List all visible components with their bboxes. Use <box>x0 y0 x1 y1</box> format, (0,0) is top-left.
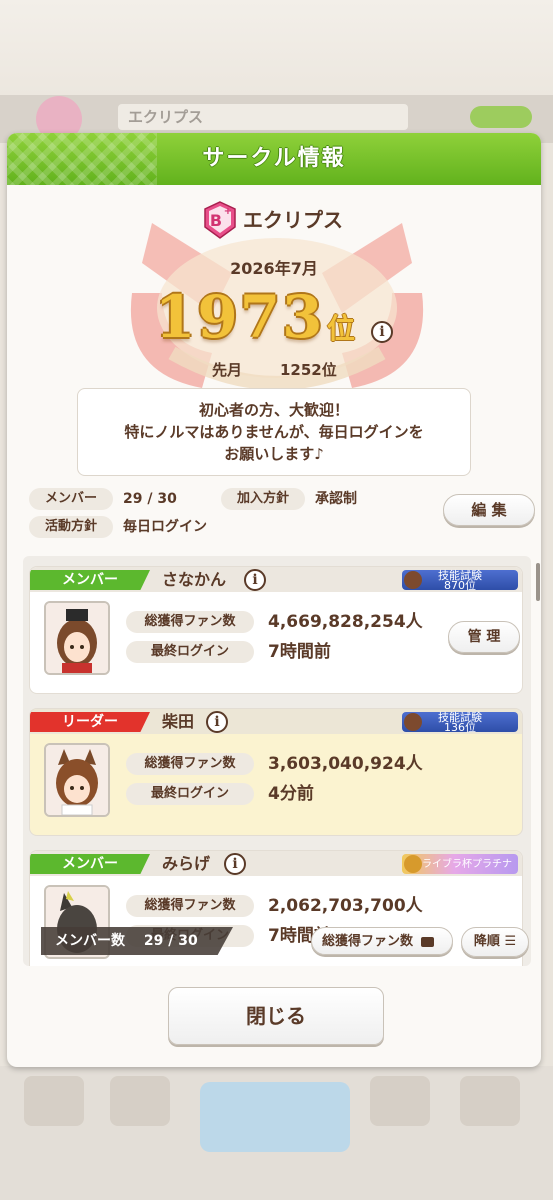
dialog-title: サークル情報 <box>202 146 346 171</box>
background-menu-tile <box>24 1076 84 1126</box>
circle-description: 初心者の方、大歓迎！ 特にノルマはありませんが、毎日ログインを お願いします♪ <box>77 388 471 476</box>
sort-key-label: 総獲得ファン数 <box>322 934 414 949</box>
description-line: 特にノルマはありませんが、毎日ログインを <box>124 423 424 441</box>
ranking-month: 2026年7月 <box>230 259 318 278</box>
last-month-label: 先月 <box>212 361 243 379</box>
svg-text:B: B <box>210 211 222 230</box>
fans-value: 4,669,828,254人 <box>268 612 423 632</box>
member-info-icon[interactable]: i <box>224 853 246 875</box>
background-menu <box>0 1066 553 1200</box>
member-list-footer: メンバー数 29 / 30 総獲得ファン数 降順 ☰ <box>23 925 531 961</box>
members-label: メンバー <box>29 488 113 510</box>
sort-order-label: 降順 <box>473 934 500 949</box>
sort-order-icon: ☰ <box>504 934 517 949</box>
last-login-label: 最終ログイン <box>126 783 254 805</box>
title-badge-line: ライブラ杯プラチナ <box>422 859 512 870</box>
member-role-badge: メンバー <box>30 570 150 590</box>
members-value: 29 / 30 <box>123 491 177 507</box>
member-name: 柴田 <box>162 712 195 731</box>
horse-girl-portrait-icon <box>46 603 108 673</box>
activity-policy-value: 毎日ログイン <box>123 519 207 535</box>
last-login-value: 7時間前 <box>268 642 331 662</box>
member-card[interactable]: メンバー さなかん i 技能試験 870位 総獲得ファン数 4,669,828,… <box>29 566 523 694</box>
background-circle-name: エクリプス <box>118 104 408 130</box>
member-title-badge[interactable]: ライブラ杯プラチナ <box>402 854 518 874</box>
fans-label: 総獲得ファン数 <box>126 753 254 775</box>
member-list-scrollbar[interactable] <box>536 563 540 601</box>
description-line: 初心者の方、大歓迎！ <box>198 401 349 419</box>
leader-role-badge: リーダー <box>30 712 150 732</box>
svg-text:+: + <box>224 206 232 217</box>
dialog-header: サークル情報 <box>7 133 541 185</box>
member-title-badge[interactable]: 技能試験 136位 <box>402 712 518 733</box>
member-count-value: 29 / 30 <box>143 933 198 949</box>
avatar[interactable] <box>44 743 110 817</box>
fans-value: 3,603,040,924人 <box>268 754 423 774</box>
description-line: お願いします♪ <box>224 445 324 463</box>
trainer-title-icon <box>404 571 422 589</box>
background-menu-tile <box>460 1076 520 1126</box>
sort-key-button[interactable]: 総獲得ファン数 <box>311 927 453 955</box>
circle-info-dialog: サークル情報 B + エクリプス 2026年7月 1973 位 i 先月 125… <box>7 133 541 1067</box>
circle-name: エクリプス <box>243 208 343 232</box>
trainer-title-icon <box>404 713 422 731</box>
background-menu-tile <box>110 1076 170 1126</box>
member-info-icon[interactable]: i <box>206 711 228 733</box>
circle-rank: 1973 <box>155 283 325 351</box>
member-name: みらげ <box>162 854 211 873</box>
sort-key-icon <box>420 936 434 947</box>
rank-b-plus-icon: B + <box>204 201 236 239</box>
join-policy-value: 承認制 <box>315 491 357 507</box>
circle-rank-suffix: 位 <box>327 312 356 345</box>
member-role-badge: メンバー <box>30 854 150 874</box>
fans-label: 総獲得ファン数 <box>126 895 254 917</box>
member-info-icon[interactable]: i <box>244 569 266 591</box>
sort-order-button[interactable]: 降順 ☰ <box>461 927 529 957</box>
background-top <box>0 0 553 95</box>
horse-girl-portrait-icon <box>46 745 108 815</box>
activity-policy-label: 活動方針 <box>29 516 113 538</box>
member-name: さなかん <box>162 570 227 589</box>
rank-info-icon[interactable]: i <box>371 321 393 343</box>
last-login-value: 4分前 <box>268 784 314 804</box>
background-menu-tile <box>370 1076 430 1126</box>
background-button <box>470 106 532 128</box>
edit-button[interactable]: 編 集 <box>443 494 535 526</box>
fans-label: 総獲得ファン数 <box>126 611 254 633</box>
close-button[interactable]: 閉じる <box>168 987 384 1045</box>
last-month-rank: 1252位 <box>280 361 337 379</box>
member-list[interactable]: メンバー さなかん i 技能試験 870位 総獲得ファン数 4,669,828,… <box>23 556 531 966</box>
manage-button[interactable]: 管 理 <box>448 621 520 653</box>
fans-value: 2,062,703,700人 <box>268 896 423 916</box>
last-login-label: 最終ログイン <box>126 641 254 663</box>
trophy-icon <box>404 855 422 873</box>
background-menu-center <box>200 1082 350 1152</box>
member-card[interactable]: リーダー 柴田 i 技能試験 136位 総獲得ファン数 3,603,040,92… <box>29 708 523 836</box>
member-count-label: メンバー数 <box>55 933 125 949</box>
member-count-tag: メンバー数 29 / 30 <box>41 927 233 955</box>
member-title-badge[interactable]: 技能試験 870位 <box>402 570 518 591</box>
join-policy-label: 加入方針 <box>221 488 305 510</box>
avatar[interactable] <box>44 601 110 675</box>
